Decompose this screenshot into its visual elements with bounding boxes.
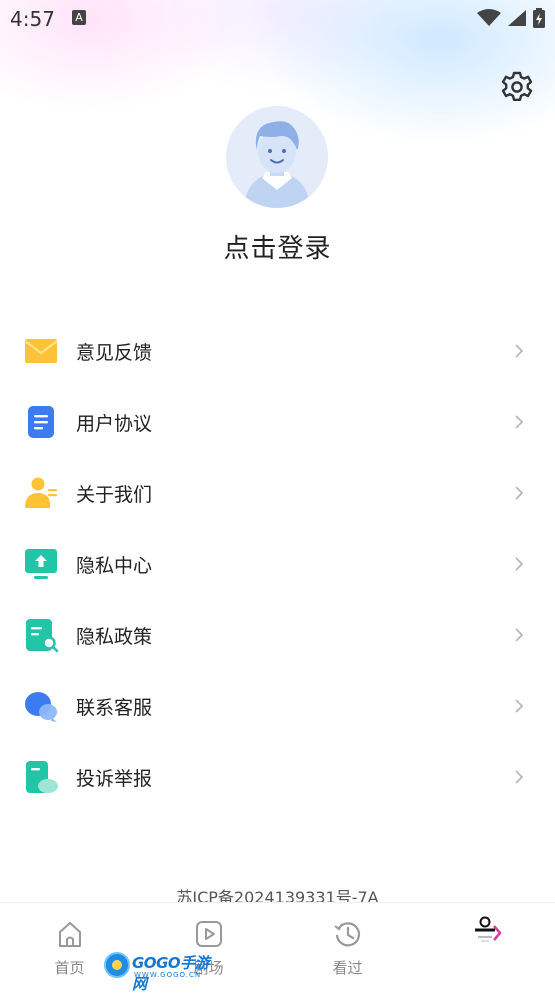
tab-history[interactable]: 看过 [278, 903, 417, 989]
menu-item-about-us[interactable]: 关于我们 [0, 458, 555, 529]
chevron-right-icon [515, 699, 524, 713]
home-icon [58, 922, 81, 947]
menu-item-label: 意见反馈 [76, 342, 153, 364]
menu-item-report[interactable]: 投诉举报 [0, 742, 555, 813]
login-prompt[interactable]: 点击登录 [0, 228, 555, 265]
default-user-avatar-icon [226, 106, 328, 208]
chevron-right-icon [515, 557, 524, 571]
watermark-url: WWW.GOGO.CN [134, 971, 202, 979]
menu-item-label: 隐私中心 [76, 555, 153, 577]
settings-menu: 意见反馈 用户协议 关于我们 隐私中心 隐私政策 联系客服 投诉举报 [0, 316, 555, 813]
profile-icon [474, 916, 502, 942]
monitor-upload-icon [25, 549, 57, 579]
wifi-icon [477, 9, 501, 26]
envelope-icon [24, 339, 58, 363]
menu-item-label: 投诉举报 [76, 768, 153, 790]
policy-search-icon [26, 619, 58, 652]
bottom-tab-bar: 首页 剧场 看过 [0, 902, 555, 989]
avatar[interactable] [226, 106, 328, 208]
battery-icon [533, 8, 545, 28]
menu-item-customer-service[interactable]: 联系客服 [0, 671, 555, 742]
watermark-logo: GOGO手游网 WWW.GOGO.CN [104, 950, 222, 993]
menu-item-label: 联系客服 [76, 697, 153, 719]
history-icon [333, 922, 360, 947]
chevron-right-icon [515, 486, 524, 500]
menu-item-user-agreement[interactable]: 用户协议 [0, 387, 555, 458]
status-time: 4:57 [10, 7, 55, 31]
chevron-right-icon [515, 344, 524, 358]
signal-icon [508, 10, 526, 26]
report-flag-icon [26, 761, 58, 793]
play-icon [195, 921, 222, 947]
menu-item-privacy-center[interactable]: 隐私中心 [0, 529, 555, 600]
person-card-icon [25, 477, 57, 508]
chevron-right-icon [515, 415, 524, 429]
menu-item-label: 用户协议 [76, 413, 153, 435]
chevron-right-icon [515, 628, 524, 642]
menu-item-privacy-policy[interactable]: 隐私政策 [0, 600, 555, 671]
gear-icon[interactable] [500, 70, 534, 104]
tab-label: 看过 [332, 959, 363, 977]
tab-profile[interactable] [417, 903, 555, 989]
chat-bubbles-icon [25, 692, 57, 722]
chevron-right-icon [515, 770, 524, 784]
menu-item-label: 隐私政策 [76, 626, 153, 648]
menu-item-feedback[interactable]: 意见反馈 [0, 316, 555, 387]
watermark-logo-icon [104, 952, 130, 978]
status-bar: 4:57 A [0, 0, 555, 38]
document-icon [28, 406, 54, 438]
notification-badge: A [72, 10, 86, 25]
status-icons [477, 8, 545, 28]
menu-item-label: 关于我们 [76, 484, 153, 506]
